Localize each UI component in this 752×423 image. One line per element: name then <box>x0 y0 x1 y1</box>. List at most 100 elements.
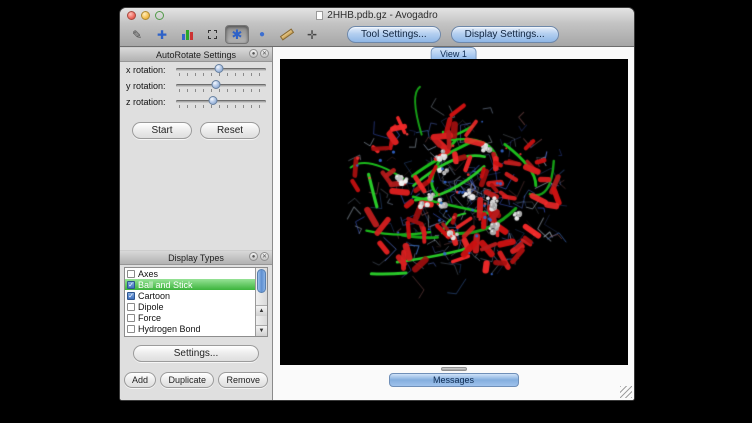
toolbar: ✎ ✚ ✱ ● ✛ Tool Settings... Display Setti… <box>120 23 634 47</box>
list-item-cartoon[interactable]: ✓ Cartoon <box>125 290 256 301</box>
y-rotation-slider[interactable] <box>176 79 266 93</box>
checkbox[interactable] <box>127 303 135 311</box>
list-item-ball-and-stick[interactable]: ✓ Ball and Stick <box>125 279 256 290</box>
display-types-panel-title: Display Types <box>168 253 224 263</box>
slider-track[interactable] <box>176 100 266 103</box>
list-item-label: Force <box>138 313 161 323</box>
slider-thumb[interactable] <box>208 96 217 105</box>
display-type-actions: Add Duplicate Remove <box>124 372 268 388</box>
ruler-icon <box>280 28 294 40</box>
content-area: AutoRotate Settings ● ✕ x rotation: y <box>120 47 634 400</box>
align-axes-icon: ✛ <box>307 29 317 41</box>
splitter-grip[interactable] <box>441 367 467 371</box>
list-scrollbar[interactable]: ▲ ▼ <box>255 268 267 336</box>
x-rotation-row: x rotation: <box>120 62 272 78</box>
title-bar[interactable]: 2HHB.pdb.gz - Avogadro <box>120 8 634 23</box>
zoom-button[interactable] <box>155 11 164 20</box>
avogadro-window: 2HHB.pdb.gz - Avogadro ✎ ✚ ✱ ● ✛ Tool Se… <box>120 8 634 400</box>
checkbox[interactable] <box>127 325 135 333</box>
list-item-label-type[interactable]: Label <box>125 334 256 337</box>
z-rotation-row: z rotation: <box>120 94 272 110</box>
align-tool-button[interactable]: ✛ <box>300 25 324 44</box>
messages-button[interactable]: Messages <box>389 373 519 387</box>
add-button[interactable]: Add <box>124 372 156 388</box>
panel-header-icons: ● ✕ <box>249 252 269 261</box>
slider-ticks <box>179 89 263 92</box>
main-view: View 1 Messages <box>273 47 634 400</box>
duplicate-button[interactable]: Duplicate <box>160 372 214 388</box>
display-types-rows: Axes ✓ Ball and Stick ✓ Cartoon Dipol <box>125 268 256 337</box>
settings-buttons: Tool Settings... Display Settings... <box>347 26 559 43</box>
checkbox[interactable]: ✓ <box>127 292 135 300</box>
3d-viewport[interactable] <box>280 59 628 365</box>
window-controls <box>127 11 164 20</box>
molecule-canvas[interactable] <box>280 59 628 365</box>
manipulate-tool-button[interactable] <box>175 25 199 44</box>
selection-rectangle-icon <box>208 30 217 39</box>
display-types-panel: Display Types ● ✕ Axes ✓ Ball <box>120 250 272 388</box>
display-types-panel-header[interactable]: Display Types ● ✕ <box>120 250 272 265</box>
manipulate-icon <box>182 29 193 40</box>
remove-button[interactable]: Remove <box>218 372 268 388</box>
checkbox[interactable] <box>127 270 135 278</box>
checkbox[interactable] <box>127 336 135 338</box>
sidebar: AutoRotate Settings ● ✕ x rotation: y <box>120 47 273 400</box>
float-panel-icon[interactable]: ● <box>249 49 258 58</box>
list-item-label: Label <box>138 335 160 338</box>
display-types-list: Axes ✓ Ball and Stick ✓ Cartoon Dipol <box>124 267 268 337</box>
navigate-tool-button[interactable]: ✚ <box>150 25 174 44</box>
slider-ticks <box>179 105 263 108</box>
close-button[interactable] <box>127 11 136 20</box>
resize-grip-icon[interactable] <box>620 386 632 398</box>
checkbox[interactable] <box>127 314 135 322</box>
display-settings-panel-button[interactable]: Settings... <box>133 345 259 362</box>
autorotate-panel: AutoRotate Settings ● ✕ x rotation: y <box>120 47 272 139</box>
autorotate-buttons: Start Reset <box>120 122 272 139</box>
reset-button[interactable]: Reset <box>200 122 260 139</box>
document-icon <box>316 11 323 20</box>
y-rotation-row: y rotation: <box>120 78 272 94</box>
z-rotation-slider[interactable] <box>176 95 266 109</box>
slider-thumb[interactable] <box>215 64 224 73</box>
window-title-text: 2HHB.pdb.gz - Avogadro <box>327 10 437 21</box>
draw-tool-button[interactable]: ✎ <box>125 25 149 44</box>
auto-rotate-tool-button[interactable]: ✱ <box>225 25 249 44</box>
close-panel-icon[interactable]: ✕ <box>260 49 269 58</box>
slider-thumb[interactable] <box>211 80 220 89</box>
tool-settings-button[interactable]: Tool Settings... <box>347 26 441 43</box>
sphere-icon: ● <box>259 30 265 40</box>
list-item-label: Cartoon <box>138 291 170 301</box>
x-rotation-slider[interactable] <box>176 63 266 77</box>
measure-tool-button[interactable] <box>275 25 299 44</box>
start-button[interactable]: Start <box>132 122 192 139</box>
slider-track[interactable] <box>176 84 266 87</box>
select-tool-button[interactable] <box>200 25 224 44</box>
list-item-label: Axes <box>138 269 158 279</box>
list-item-label: Ball and Stick <box>138 280 193 290</box>
list-item-axes[interactable]: Axes <box>125 268 256 279</box>
autorotate-panel-header[interactable]: AutoRotate Settings ● ✕ <box>120 47 272 62</box>
autorotate-panel-title: AutoRotate Settings <box>156 50 236 60</box>
slider-ticks <box>179 73 263 76</box>
close-panel-icon[interactable]: ✕ <box>260 252 269 261</box>
window-title: 2HHB.pdb.gz - Avogadro <box>316 10 437 21</box>
list-item-dipole[interactable]: Dipole <box>125 301 256 312</box>
z-rotation-label: z rotation: <box>126 97 176 107</box>
float-panel-icon[interactable]: ● <box>249 252 258 261</box>
navigate-cross-icon: ✚ <box>157 29 167 41</box>
checkbox[interactable]: ✓ <box>127 281 135 289</box>
list-item-label: Dipole <box>138 302 164 312</box>
x-rotation-label: x rotation: <box>126 65 176 75</box>
auto-rotate-icon: ✱ <box>232 28 243 41</box>
scroll-up-icon[interactable]: ▲ <box>256 305 267 316</box>
auto-optimize-tool-button[interactable]: ● <box>250 25 274 44</box>
pencil-icon: ✎ <box>132 29 142 41</box>
display-settings-button[interactable]: Display Settings... <box>451 26 559 43</box>
list-item-force[interactable]: Force <box>125 312 256 323</box>
minimize-button[interactable] <box>141 11 150 20</box>
list-item-label: Hydrogen Bond <box>138 324 201 334</box>
scroll-down-icon[interactable]: ▼ <box>256 325 267 336</box>
y-rotation-label: y rotation: <box>126 81 176 91</box>
scrollbar-thumb[interactable] <box>257 269 266 293</box>
list-item-hydrogen-bond[interactable]: Hydrogen Bond <box>125 323 256 334</box>
